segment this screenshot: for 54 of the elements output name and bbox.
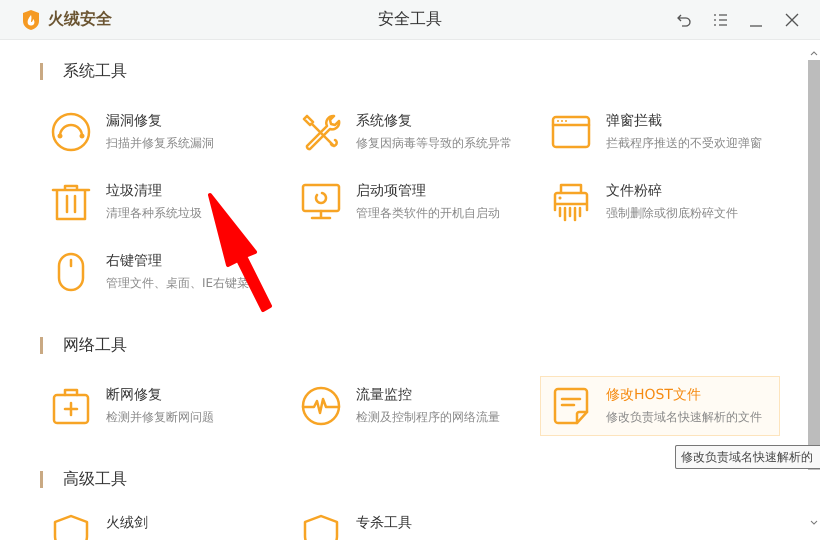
tool-item[interactable]: 系统修复 修复因病毒等导致的系统异常 <box>290 102 530 162</box>
tool-item[interactable]: 流量监控 检测及控制程序的网络流量 <box>290 376 530 436</box>
scroll-down-icon[interactable] <box>810 520 818 526</box>
tool-title: 专杀工具 <box>356 514 412 532</box>
tool-title: 火绒剑 <box>106 514 148 532</box>
section-marker <box>40 336 43 354</box>
tool-title: 断网修复 <box>106 386 163 404</box>
tool-description: 强制删除或彻底粉碎文件 <box>606 205 738 222</box>
tool-description: 修改负责域名快速解析的文件 <box>606 409 762 426</box>
tool-item[interactable]: 漏洞修复 扫描并修复系统漏洞 <box>40 102 280 162</box>
section-marker <box>40 470 43 488</box>
tool-description: 修复因病毒等导致的系统异常 <box>356 135 512 152</box>
tool-item[interactable]: 断网修复 检测并修复断网问题 <box>40 376 280 436</box>
tool-title: 启动项管理 <box>356 182 427 200</box>
tool-item[interactable]: 垃圾清理 清理各种系统垃圾 <box>40 172 280 232</box>
tool-description: 检测并修复断网问题 <box>106 409 214 426</box>
pulse-circle-icon <box>301 386 341 426</box>
tool-item[interactable]: 火绒剑 <box>40 510 280 540</box>
tool-title: 右键管理 <box>106 252 163 270</box>
first-aid-kit-icon <box>51 386 91 426</box>
wrench-screwdriver-icon <box>301 112 341 152</box>
trash-can-icon <box>51 182 91 222</box>
section-title: 系统工具 <box>63 60 127 82</box>
tool-description: 检测及控制程序的网络流量 <box>356 409 500 426</box>
tool-title: 垃圾清理 <box>106 182 163 200</box>
tool-title: 系统修复 <box>356 112 413 130</box>
tool-title: 弹窗拦截 <box>606 112 663 130</box>
tool-item[interactable]: 启动项管理 管理各类软件的开机自启动 <box>290 172 530 232</box>
note-icon <box>551 386 591 426</box>
window-title: 安全工具 <box>378 9 442 30</box>
tool-description: 管理各类软件的开机自启动 <box>356 205 500 222</box>
tool-item[interactable]: 文件粉碎 强制删除或彻底粉碎文件 <box>540 172 780 232</box>
tool-title: 修改HOST文件 <box>606 386 702 404</box>
tool-title: 流量监控 <box>356 386 413 404</box>
tool-description: 扫描并修复系统漏洞 <box>106 135 214 152</box>
section-title: 高级工具 <box>63 468 127 490</box>
monitor-icon <box>301 182 341 222</box>
tool-title: 文件粉碎 <box>606 182 663 200</box>
tooltip: 修改负责域名快速解析的 <box>675 445 820 469</box>
target-icon <box>51 112 91 152</box>
close-icon[interactable] <box>785 12 799 26</box>
flame-shield-logo-icon <box>22 8 40 30</box>
tool-item[interactable]: 专杀工具 <box>290 510 530 540</box>
scroll-up-icon[interactable] <box>810 50 818 56</box>
section-marker <box>40 62 43 80</box>
menu-icon[interactable] <box>713 12 727 26</box>
section-title: 网络工具 <box>63 334 127 356</box>
app-name: 火绒安全 <box>48 9 112 30</box>
tool-item[interactable]: 弹窗拦截 拦截程序推送的不受欢迎弹窗 <box>540 102 780 162</box>
tool-title: 漏洞修复 <box>106 112 163 130</box>
tool-description: 拦截程序推送的不受欢迎弹窗 <box>606 135 762 152</box>
shredder-icon <box>551 182 591 222</box>
tool-description: 清理各种系统垃圾 <box>106 205 202 222</box>
back-arrow-icon[interactable] <box>677 12 691 26</box>
